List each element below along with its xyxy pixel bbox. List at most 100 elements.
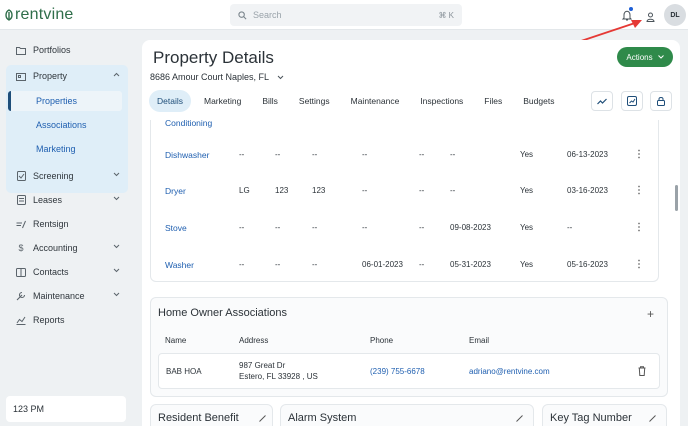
table-cell: 09-08-2023: [450, 223, 491, 232]
search-bar[interactable]: ⌘ K: [230, 4, 462, 26]
card-title: Alarm System: [288, 412, 357, 424]
tab-inspections[interactable]: Inspections: [412, 90, 471, 112]
property-address-selector[interactable]: 8686 Amour Court Naples, FL: [150, 72, 284, 82]
appliance-name[interactable]: Stove: [165, 223, 187, 233]
search-icon: [238, 10, 247, 19]
appliance-name[interactable]: Conditioning: [165, 118, 212, 128]
sidebar-item-property[interactable]: Property: [8, 66, 128, 86]
home-owner-associations-panel: Home Owner Associations + Name Address P…: [150, 297, 668, 397]
kebab-menu-icon[interactable]: [637, 259, 641, 269]
table-cell: 05-16-2023: [567, 260, 608, 269]
table-row[interactable]: BAB HOA 987 Great Dr Estero, FL 33928 , …: [158, 353, 660, 389]
table-cell: Yes: [520, 150, 534, 159]
hoa-email-link[interactable]: adriano@rentvine.com: [469, 367, 550, 376]
address-book-icon: [16, 267, 26, 277]
sidebar-item-leases[interactable]: Leases: [8, 190, 128, 210]
user-avatar[interactable]: DL: [664, 4, 686, 26]
sidebar-item-associations[interactable]: Associations: [8, 115, 122, 135]
signature-icon: [16, 219, 26, 229]
tab-maintenance[interactable]: Maintenance: [343, 90, 408, 112]
tab-marketing[interactable]: Marketing: [196, 90, 249, 112]
sidebar-label: Maintenance: [33, 291, 85, 301]
sidebar-item-reports[interactable]: Reports: [8, 310, 128, 330]
tab-bills[interactable]: Bills: [254, 90, 286, 112]
column-header: Name: [165, 336, 187, 345]
edit-icon[interactable]: [259, 415, 266, 422]
tab-details[interactable]: Details: [149, 90, 191, 112]
sidebar-item-marketing[interactable]: Marketing: [8, 139, 122, 159]
table-cell: --: [450, 150, 456, 159]
add-hoa-button[interactable]: +: [647, 307, 654, 321]
sidebar-item-screening[interactable]: Screening: [8, 166, 128, 186]
rentvine-logo[interactable]: rentvine: [4, 6, 74, 24]
sidebar-item-portfolios[interactable]: Portfolios: [8, 40, 128, 60]
key-tag-card: Key Tag Number: [542, 404, 667, 426]
table-cell: --: [450, 186, 456, 195]
tab-settings[interactable]: Settings: [291, 90, 338, 112]
lock-button[interactable]: [650, 91, 672, 111]
tab-files[interactable]: Files: [476, 90, 510, 112]
kebab-menu-icon[interactable]: [637, 185, 641, 195]
sidebar-item-properties[interactable]: Properties: [8, 91, 122, 111]
sidebar: Portfolios Property Properties Associati…: [0, 31, 138, 426]
kebab-menu-icon[interactable]: [637, 149, 641, 159]
hoa-phone-link[interactable]: (239) 755-6678: [370, 367, 425, 376]
table-row[interactable]: Dryer LG 123 123 -- -- -- Yes 03-16-2023: [151, 181, 660, 201]
sidebar-item-rentsign[interactable]: Rentsign: [8, 214, 128, 234]
edit-icon[interactable]: [649, 415, 656, 422]
notification-dot: [629, 7, 633, 11]
table-row[interactable]: Stove -- -- -- -- -- 09-08-2023 Yes --: [151, 218, 660, 238]
kebab-menu-icon[interactable]: [637, 222, 641, 232]
tab-budgets[interactable]: Budgets: [515, 90, 562, 112]
card-title: Resident Benefit: [158, 412, 239, 424]
sidebar-label: Rentsign: [33, 219, 69, 229]
chevron-down-icon: [113, 172, 120, 177]
chevron-down-icon: [657, 55, 664, 59]
chevron-down-icon: [277, 75, 284, 79]
scrollbar-thumb[interactable]: [675, 185, 678, 211]
chart-box-icon: [627, 96, 637, 106]
table-row[interactable]: Washer -- -- -- 06-01-2023 -- 05-31-2023…: [151, 255, 660, 275]
profile-button[interactable]: [646, 9, 655, 27]
sidebar-item-contacts[interactable]: Contacts: [8, 262, 128, 282]
edit-icon[interactable]: [516, 415, 523, 422]
table-cell: --: [419, 150, 425, 159]
chevron-down-icon: [113, 196, 120, 201]
document-check-icon: [16, 171, 26, 181]
top-bar: rentvine ⌘ K DL: [0, 0, 688, 30]
search-input[interactable]: [253, 10, 439, 20]
chevron-up-icon: [113, 72, 120, 77]
actions-label: Actions: [626, 52, 653, 62]
trend-icon: [597, 98, 607, 104]
table-cell: 03-16-2023: [567, 186, 608, 195]
appliance-name[interactable]: Dishwasher: [165, 150, 209, 160]
sidebar-label: Leases: [33, 195, 63, 205]
table-cell: --: [567, 223, 573, 232]
table-cell: --: [419, 260, 425, 269]
lock-icon: [657, 97, 665, 106]
resident-benefit-card: Resident Benefit: [150, 404, 273, 426]
section-title: Home Owner Associations: [158, 307, 287, 319]
table-cell: --: [275, 223, 281, 232]
table-cell: --: [275, 260, 281, 269]
table-cell: --: [362, 186, 368, 195]
appliance-name[interactable]: Washer: [165, 260, 194, 270]
trash-icon[interactable]: [638, 366, 646, 376]
table-cell: --: [419, 186, 425, 195]
actions-button[interactable]: Actions: [617, 47, 673, 67]
trend-button[interactable]: [591, 91, 613, 111]
sidebar-item-accounting[interactable]: $ Accounting: [8, 238, 128, 258]
notifications-button[interactable]: [621, 7, 633, 26]
property-details-card: Property Details 8686 Amour Court Naples…: [142, 40, 680, 426]
table-cell: --: [362, 150, 368, 159]
table-cell: LG: [239, 186, 250, 195]
hoa-address-line2: Estero, FL 33928 , US: [239, 372, 318, 381]
sidebar-label: Accounting: [33, 243, 78, 253]
table-cell: --: [239, 150, 245, 159]
chart-report-button[interactable]: [621, 91, 643, 111]
sidebar-item-maintenance[interactable]: Maintenance: [8, 286, 128, 306]
table-row[interactable]: Conditioning: [151, 113, 660, 133]
table-row[interactable]: Dishwasher -- -- -- -- -- -- Yes 06-13-2…: [151, 145, 660, 165]
appliance-name[interactable]: Dryer: [165, 186, 186, 196]
bell-icon: [621, 10, 633, 21]
